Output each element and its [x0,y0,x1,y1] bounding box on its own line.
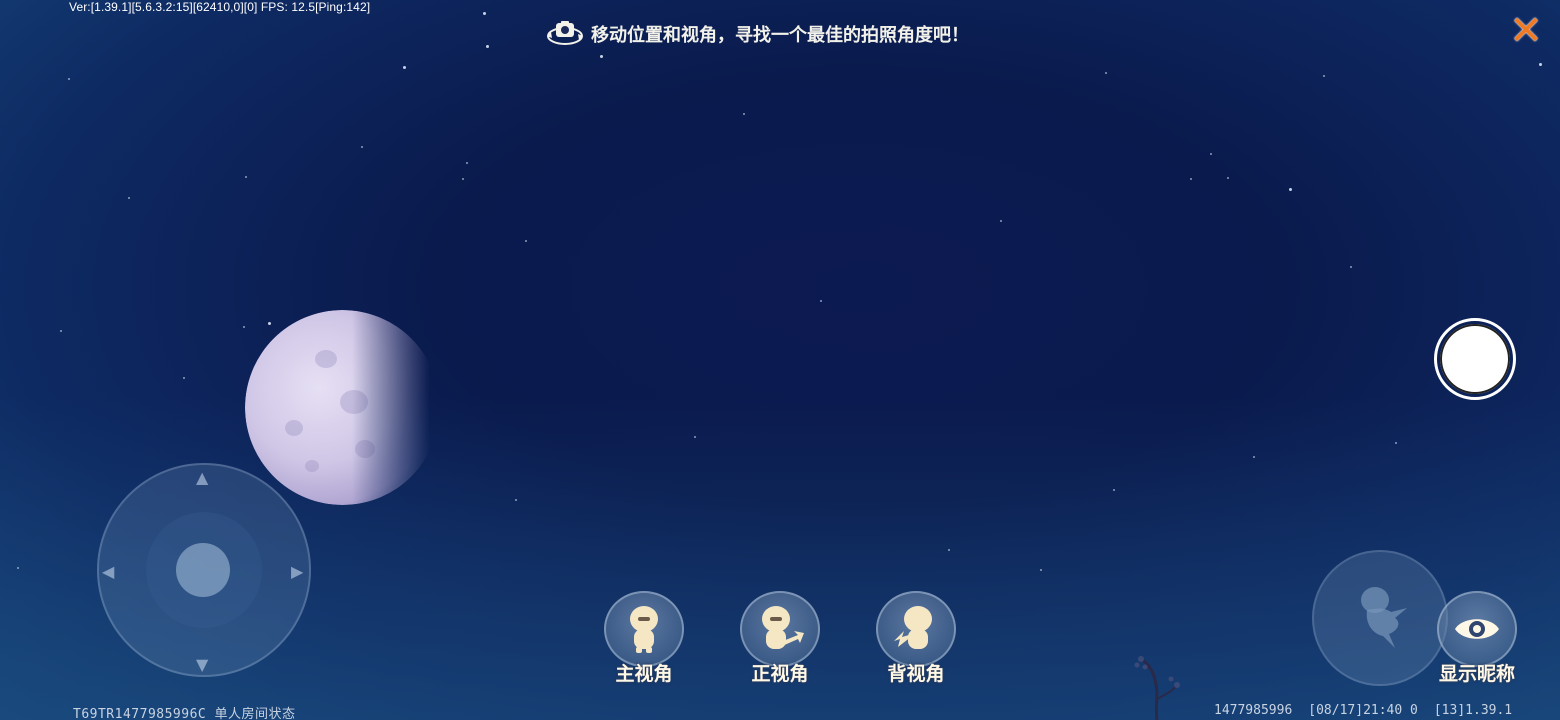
back-view-circle [876,591,956,667]
shutter-circle-icon [1440,324,1510,394]
star [60,330,62,332]
star [128,197,130,199]
arrow-down-icon: ▼ [196,655,209,674]
movement-joystick[interactable]: ▲ ▼ ◀ ▶ [97,463,311,677]
star [1539,63,1542,66]
star [694,436,696,438]
show-nickname-label: 显示昵称 [1438,663,1515,685]
build-version: [13]1.39.1 [1433,703,1513,718]
star [403,66,406,69]
room-status-text: T69TR1477985996C 单人房间状态 [73,707,296,720]
game-scene[interactable]: Ver:[1.39.1][5.6.3.2:15][62410,0][0] FPS… [0,0,1560,720]
show-nickname-circle [1437,591,1517,667]
star [525,240,527,242]
star [486,45,489,48]
arrow-right-icon: ▶ [291,562,304,581]
plant-silhouette [1134,656,1180,720]
player-id: 1477985996 [1214,703,1293,718]
jump-button[interactable] [1312,550,1448,686]
photo-hint-banner: 移动位置和视角，寻找一个最佳的拍照角度吧！ [545,18,969,50]
shutter-button[interactable] [1434,318,1516,400]
star [600,55,603,58]
main-view-character-icon [630,606,658,653]
joystick-knob[interactable] [176,543,230,597]
main-view-button[interactable]: 主视角 [604,591,684,686]
star [1323,75,1325,77]
star [1227,177,1229,179]
star [361,146,363,148]
front-view-button[interactable]: 正视角 [740,591,820,686]
star [1350,266,1352,268]
close-x-icon: ✕ [1509,8,1543,54]
star [17,567,19,569]
moon-crater [340,390,368,414]
arrow-up-icon: ▲ [196,468,209,487]
debug-version-text: Ver:[1.39.1][5.6.3.2:15][62410,0][0] FPS… [69,0,371,14]
star [245,176,247,178]
star [183,377,185,379]
star [948,549,950,551]
rotate-camera-icon [547,21,583,45]
back-view-button[interactable]: 背视角 [876,591,956,686]
show-nickname-button[interactable]: 显示昵称 [1436,591,1518,686]
star [268,322,271,325]
star [68,78,70,80]
star [743,113,745,115]
back-view-label: 背视角 [887,663,945,685]
arrow-left-icon: ◀ [102,562,115,581]
star [1040,569,1042,571]
eye-icon [1455,619,1499,639]
star [243,326,245,328]
star [1395,442,1397,444]
front-view-character-icon [762,606,804,649]
footer-info: 1477985996 [08/17]21:40 0 [13]1.39.1 [1214,703,1512,718]
hint-text: 移动位置和视角，寻找一个最佳的拍照角度吧！ [591,25,969,46]
star [515,499,517,501]
timestamp: [08/17]21:40 0 [1308,703,1418,718]
moon-crater [315,350,337,368]
moon-crater [285,420,303,436]
star [1210,153,1212,155]
star [1105,72,1107,74]
moon [245,310,440,505]
close-button[interactable]: ✕ [1505,10,1547,52]
back-view-character-icon [894,606,932,649]
jump-character-icon [1361,587,1407,648]
star [466,162,468,164]
main-view-circle [604,591,684,667]
front-view-circle [740,591,820,667]
star [483,12,486,15]
star [1289,188,1292,191]
moon-crater [355,440,375,458]
star [1190,178,1192,180]
main-view-label: 主视角 [615,663,673,685]
star [1113,489,1115,491]
front-view-label: 正视角 [751,663,809,685]
moon-crater [305,460,319,472]
star [1253,456,1255,458]
star [462,178,464,180]
star [1000,220,1002,222]
star [820,300,822,302]
